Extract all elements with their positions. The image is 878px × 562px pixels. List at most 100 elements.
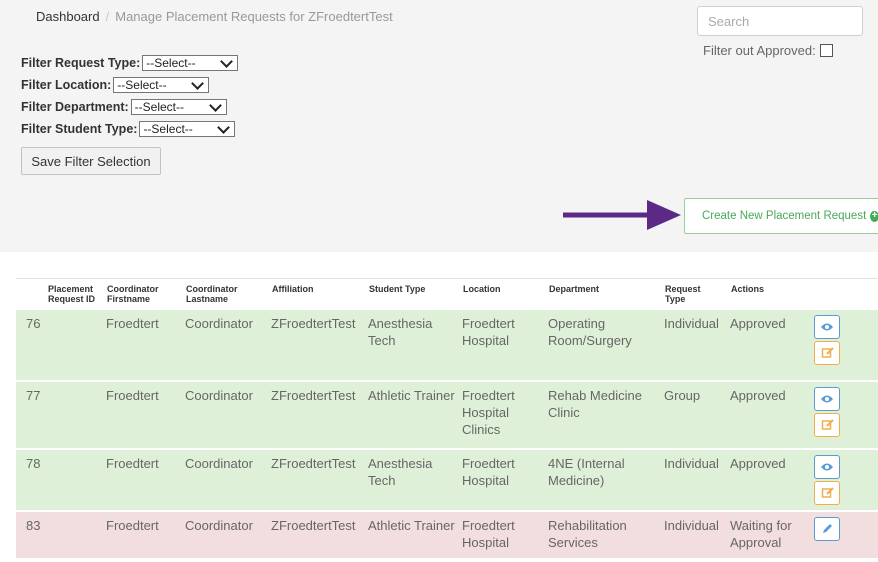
cell-request-id: 76 bbox=[16, 309, 103, 380]
cell-last-name: Coordinator bbox=[182, 449, 268, 510]
cell-request-type: Individual bbox=[661, 449, 727, 510]
cell-request-id: 77 bbox=[16, 381, 103, 448]
edit-request-button[interactable] bbox=[814, 516, 840, 541]
col-header-first-name[interactable]: Coordinator Firstname bbox=[103, 278, 182, 310]
cell-request-id: 83 bbox=[16, 511, 103, 558]
cell-actions bbox=[811, 381, 878, 448]
cell-location: Froedtert Hospital bbox=[459, 309, 545, 380]
cell-student-type: Athletic Trainer bbox=[365, 381, 459, 448]
cell-student-type: Anesthesia Tech bbox=[365, 449, 459, 510]
cell-last-name: Coordinator bbox=[182, 309, 268, 380]
filter-location-row: Filter Location: --Select-- bbox=[21, 74, 238, 96]
cell-location: Froedtert Hospital bbox=[459, 449, 545, 510]
filter-request-type-value: --Select-- bbox=[146, 56, 196, 70]
filter-department-row: Filter Department: --Select-- bbox=[21, 96, 238, 118]
filter-department-label: Filter Department: bbox=[21, 100, 129, 114]
col-header-request-id[interactable]: Placement Request ID bbox=[16, 278, 103, 310]
cell-actions bbox=[811, 511, 878, 558]
filter-request-type-select[interactable]: --Select-- bbox=[142, 54, 239, 71]
col-header-blank bbox=[811, 278, 878, 310]
table-row[interactable]: 76 Froedtert Coordinator ZFroedtertTest … bbox=[16, 309, 878, 380]
breadcrumb-current: Manage Placement Requests for ZFroedtert… bbox=[115, 9, 393, 24]
cell-department: Rehabilitation Services bbox=[545, 511, 661, 558]
cell-status: Approved bbox=[727, 381, 811, 448]
eye-icon bbox=[821, 463, 833, 470]
filter-student-type-row: Filter Student Type: --Select-- bbox=[21, 118, 238, 140]
cell-department: 4NE (Internal Medicine) bbox=[545, 449, 661, 510]
chevron-down-icon bbox=[191, 76, 205, 90]
col-header-student-type[interactable]: Student Type bbox=[365, 278, 459, 310]
eye-icon bbox=[821, 323, 833, 330]
edit-icon bbox=[821, 419, 834, 430]
eye-icon bbox=[821, 395, 833, 402]
view-button[interactable] bbox=[814, 314, 840, 339]
breadcrumb: Dashboard / Manage Placement Requests for … bbox=[36, 9, 393, 24]
col-header-last-name[interactable]: Coordinator Lastname bbox=[182, 278, 268, 310]
col-header-actions: Actions bbox=[727, 278, 811, 310]
create-placement-request-label: Create New Placement Request bbox=[702, 210, 867, 222]
cell-actions bbox=[811, 309, 878, 380]
filter-approved-label: Filter out Approved: bbox=[703, 43, 816, 58]
table-row[interactable]: 78 Froedtert Coordinator ZFroedtertTest … bbox=[16, 449, 878, 510]
cell-first-name: Froedtert bbox=[103, 511, 182, 558]
col-header-affiliation[interactable]: Affiliation bbox=[268, 278, 365, 310]
edit-button[interactable] bbox=[814, 412, 840, 437]
search-input[interactable] bbox=[697, 6, 863, 36]
col-header-location[interactable]: Location bbox=[459, 278, 545, 310]
filter-student-type-select[interactable]: --Select-- bbox=[139, 120, 236, 137]
filter-approved: Filter out Approved: bbox=[703, 43, 833, 58]
table-row[interactable]: 83 Froedtert Coordinator ZFroedtertTest … bbox=[16, 511, 878, 558]
cell-actions bbox=[811, 449, 878, 510]
filter-location-select[interactable]: --Select-- bbox=[113, 76, 210, 93]
cell-status: Approved bbox=[727, 309, 811, 380]
cell-request-type: Individual bbox=[661, 511, 727, 558]
filter-approved-checkbox[interactable] bbox=[819, 44, 833, 57]
filter-student-type-label: Filter Student Type: bbox=[21, 122, 138, 136]
plus-circle-icon: + bbox=[870, 210, 878, 222]
cell-affiliation: ZFroedtertTest bbox=[268, 381, 365, 448]
cell-request-type: Individual bbox=[661, 309, 727, 380]
edit-icon bbox=[821, 347, 834, 358]
chevron-down-icon bbox=[208, 98, 222, 112]
edit-icon bbox=[821, 487, 834, 498]
cell-affiliation: ZFroedtertTest bbox=[268, 449, 365, 510]
cell-department: Operating Room/Surgery bbox=[545, 309, 661, 380]
placement-requests-table: Placement Request ID Coordinator Firstna… bbox=[16, 278, 878, 558]
filter-form: Filter Request Type: --Select-- Filter L… bbox=[21, 52, 239, 140]
arrow-right-icon bbox=[563, 200, 681, 230]
cell-last-name: Coordinator bbox=[182, 381, 268, 448]
cell-first-name: Froedtert bbox=[103, 309, 182, 380]
breadcrumb-separator: / bbox=[105, 9, 110, 24]
cell-department: Rehab Medicine Clinic bbox=[545, 381, 661, 448]
create-placement-request-button[interactable]: Create New Placement Request + bbox=[684, 198, 878, 234]
chevron-down-icon bbox=[217, 120, 231, 134]
col-header-department[interactable]: Department bbox=[545, 278, 661, 310]
table-header-row: Placement Request ID Coordinator Firstna… bbox=[16, 278, 878, 310]
cell-student-type: Anesthesia Tech bbox=[365, 309, 459, 380]
cell-affiliation: ZFroedtertTest bbox=[268, 511, 365, 558]
chevron-down-icon bbox=[220, 54, 234, 68]
cell-request-type: Group bbox=[661, 381, 727, 448]
cell-request-id: 78 bbox=[16, 449, 103, 510]
filter-location-value: --Select-- bbox=[117, 78, 167, 92]
cell-first-name: Froedtert bbox=[103, 449, 182, 510]
cell-location: Froedtert Hospital Clinics bbox=[459, 381, 545, 448]
view-button[interactable] bbox=[814, 454, 840, 479]
col-header-request-type[interactable]: Request Type bbox=[661, 278, 727, 310]
cell-affiliation: ZFroedtertTest bbox=[268, 309, 365, 380]
filter-request-type-label: Filter Request Type: bbox=[21, 56, 141, 70]
cell-first-name: Froedtert bbox=[103, 381, 182, 448]
table-row[interactable]: 77 Froedtert Coordinator ZFroedtertTest … bbox=[16, 381, 878, 448]
cell-last-name: Coordinator bbox=[182, 511, 268, 558]
breadcrumb-dashboard-link[interactable]: Dashboard bbox=[36, 9, 100, 24]
filter-student-type-value: --Select-- bbox=[143, 122, 193, 136]
pencil-icon bbox=[822, 524, 832, 533]
filter-department-select[interactable]: --Select-- bbox=[130, 98, 227, 115]
view-button[interactable] bbox=[814, 386, 840, 411]
edit-button[interactable] bbox=[814, 340, 840, 365]
filter-department-value: --Select-- bbox=[134, 100, 184, 114]
filter-request-type-row: Filter Request Type: --Select-- bbox=[21, 52, 239, 74]
edit-button[interactable] bbox=[814, 480, 840, 505]
cell-status: Approved bbox=[727, 449, 811, 510]
save-filter-button[interactable]: Save Filter Selection bbox=[21, 147, 161, 175]
